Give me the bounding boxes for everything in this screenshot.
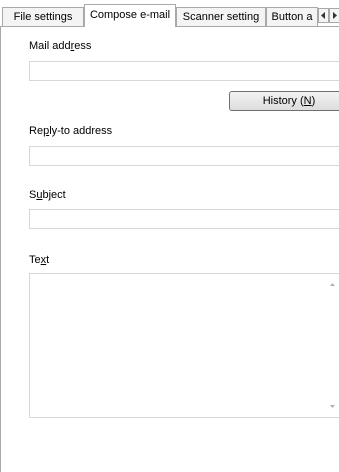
text-body-textarea[interactable] [29,273,339,418]
subject-input[interactable] [29,209,339,229]
tab-compose-email[interactable]: Compose e-mail [84,4,176,27]
compose-email-window: File settings Compose e-mail Scanner set… [0,0,339,472]
mail-address-input[interactable] [29,61,339,81]
triangle-up-icon[interactable] [328,280,337,289]
triangle-right-icon [333,12,337,19]
compose-email-panel: Mail address History (N) Reply-to addres… [0,26,339,472]
history-button[interactable]: History (N) [229,91,339,111]
reply-to-label: Reply-to address [29,125,113,137]
mail-address-label: Mail address [29,40,92,52]
text-label: Text [29,254,50,266]
reply-to-input[interactable] [29,146,339,166]
triangle-left-icon [321,12,325,19]
triangle-down-icon[interactable] [328,402,337,411]
tab-scroll-left-button[interactable] [318,8,329,23]
tab-button-assignment[interactable]: Button a [266,7,318,26]
textarea-scrollbar[interactable] [324,274,339,417]
subject-label: Subject [29,189,66,201]
tab-file-settings[interactable]: File settings [2,7,84,26]
tab-scanner-setting[interactable]: Scanner setting [176,7,266,26]
tab-scroll-right-button[interactable] [329,8,339,23]
